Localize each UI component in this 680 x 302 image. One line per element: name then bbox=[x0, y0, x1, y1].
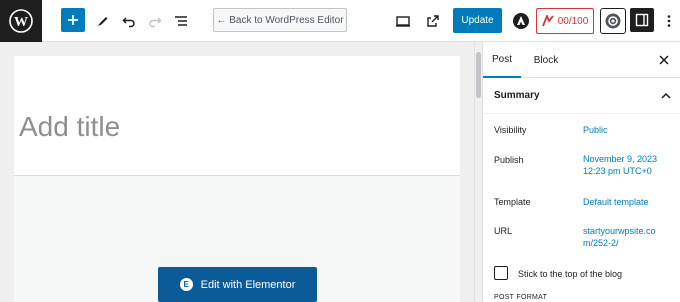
view-post-button[interactable] bbox=[422, 8, 444, 34]
plus-icon bbox=[68, 15, 78, 25]
tab-post[interactable]: Post bbox=[483, 42, 521, 78]
post-format-label: POST FORMAT bbox=[494, 294, 548, 301]
elementor-area: E Edit with Elementor bbox=[14, 176, 460, 302]
more-vertical-icon bbox=[667, 15, 671, 27]
post-title-input[interactable]: Add title bbox=[19, 111, 120, 143]
undo-icon bbox=[122, 17, 135, 28]
close-icon bbox=[659, 55, 669, 65]
scrollbar-thumb[interactable] bbox=[476, 52, 481, 98]
summary-panel-header[interactable]: Summary bbox=[483, 78, 680, 114]
redo-button[interactable] bbox=[144, 8, 166, 34]
settings-button[interactable] bbox=[600, 8, 626, 34]
external-link-icon bbox=[427, 15, 439, 27]
visibility-label: Visibility bbox=[494, 125, 527, 135]
edit-with-elementor-button[interactable]: E Edit with Elementor bbox=[158, 267, 317, 302]
update-button[interactable]: Update bbox=[453, 8, 502, 33]
chevron-up-icon bbox=[661, 92, 671, 99]
editor-canvas: Add title E Edit with Elementor bbox=[0, 42, 474, 302]
seo-score-button[interactable]: 00/100 bbox=[536, 8, 594, 34]
url-line-1: startyourwpsite.co bbox=[583, 226, 656, 236]
pencil-icon bbox=[98, 17, 108, 26]
url-value[interactable]: startyourwpsite.co m/252-2/ bbox=[583, 225, 656, 249]
summary-title: Summary bbox=[494, 90, 540, 101]
publish-date-value[interactable]: November 9, 2023 12:23 pm UTC+0 bbox=[583, 153, 657, 177]
preview-button[interactable] bbox=[392, 8, 414, 34]
plugin-button[interactable] bbox=[510, 8, 532, 34]
settings-sidebar: Post Block Summary Visibility Public Pub… bbox=[482, 42, 680, 302]
publish-date: November 9, 2023 bbox=[583, 154, 658, 164]
gear-icon bbox=[605, 13, 621, 29]
publish-time: 12:23 pm UTC+0 bbox=[583, 166, 652, 176]
astra-logo-icon bbox=[513, 13, 529, 29]
close-sidebar-button[interactable] bbox=[659, 52, 669, 68]
wordpress-logo-icon[interactable]: W bbox=[0, 0, 42, 42]
url-label: URL bbox=[494, 226, 513, 236]
template-value[interactable]: Default template bbox=[583, 196, 649, 208]
tab-block[interactable]: Block bbox=[528, 42, 564, 78]
editor-page: Add title E Edit with Elementor bbox=[14, 56, 460, 302]
toggle-sidebar-button[interactable] bbox=[630, 8, 654, 32]
url-line-2: m/252-2/ bbox=[583, 238, 619, 248]
seo-score-value: 00/100 bbox=[557, 15, 589, 27]
list-view-icon bbox=[175, 16, 187, 26]
sticky-checkbox[interactable] bbox=[494, 266, 508, 280]
canvas-scrollbar[interactable] bbox=[474, 42, 482, 302]
sidebar-tabs: Post Block bbox=[483, 42, 680, 78]
document-overview-button[interactable] bbox=[170, 8, 192, 34]
title-area[interactable]: Add title bbox=[14, 56, 460, 176]
back-to-editor-button[interactable]: ← Back to WordPress Editor bbox=[213, 8, 347, 32]
tools-button[interactable] bbox=[92, 8, 114, 34]
publish-label: Publish bbox=[494, 155, 524, 165]
seo-logo-icon bbox=[541, 15, 554, 27]
add-block-button[interactable] bbox=[61, 8, 85, 32]
sticky-label: Stick to the top of the blog bbox=[518, 269, 623, 279]
redo-icon bbox=[149, 17, 162, 28]
sidebar-panel-icon bbox=[635, 13, 649, 27]
edit-with-elementor-label: Edit with Elementor bbox=[200, 278, 296, 291]
desktop-icon bbox=[396, 16, 410, 27]
visibility-value[interactable]: Public bbox=[583, 124, 608, 136]
options-menu-button[interactable] bbox=[662, 8, 676, 34]
svg-text:W: W bbox=[14, 15, 28, 30]
template-label: Template bbox=[494, 197, 531, 207]
elementor-icon: E bbox=[179, 278, 193, 291]
top-toolbar: W ← Back to WordPress Editor Update 00/1… bbox=[0, 0, 680, 42]
undo-button[interactable] bbox=[118, 8, 140, 34]
